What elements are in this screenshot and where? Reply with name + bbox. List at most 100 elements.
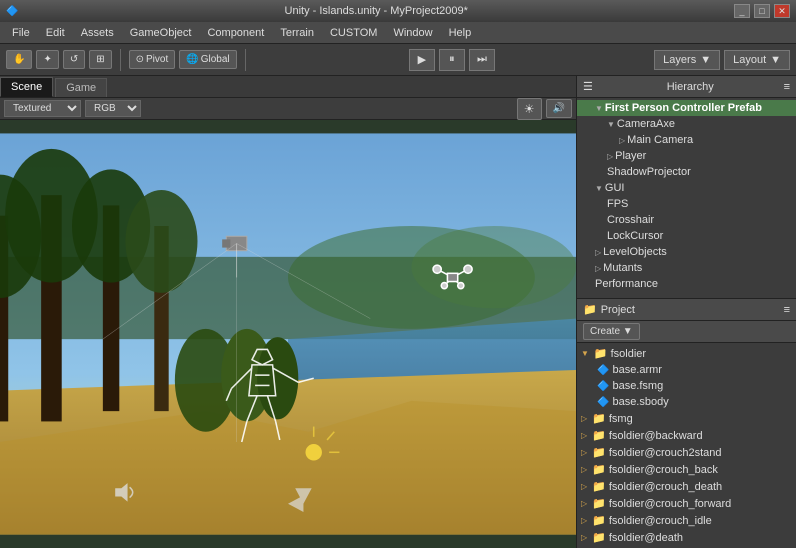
project-item-fsoldier-crouch2stand[interactable]: ▷ 📁 fsoldier@crouch2stand [577, 444, 796, 461]
folder-expand-icon4: ▷ [581, 448, 587, 457]
project-item-fsoldier-backward[interactable]: ▷ 📁 fsoldier@backward [577, 427, 796, 444]
folder-expand-icon3: ▷ [581, 431, 587, 440]
project-item-basearmr[interactable]: 🔷 base.armr [577, 362, 796, 378]
project-item-basesbody[interactable]: 🔷 base.sbody [577, 394, 796, 410]
project-item-fsoldier-crouch-back[interactable]: ▷ 📁 fsoldier@crouch_back [577, 461, 796, 478]
file-icon-2: 🔷 [597, 381, 609, 392]
tool-hand[interactable]: ✋ [6, 50, 32, 69]
folder-icon-crouchdeath: 📁 [592, 480, 606, 493]
minimize-button[interactable]: _ [734, 4, 750, 18]
toolbar: ✋ ✦ ↺ ⊞ ⊙ Pivot 🌐 Global ▶ ⏸ ⏭ Layers ▼ … [0, 44, 796, 76]
lighting-toggle[interactable]: ☀ [517, 98, 542, 120]
menu-gameobject[interactable]: GameObject [122, 25, 200, 41]
hierarchy-item-fps[interactable]: FPS [577, 196, 796, 212]
play-button[interactable]: ▶ [409, 49, 435, 71]
layers-dropdown[interactable]: Layers ▼ [654, 50, 720, 70]
separator-1 [120, 49, 121, 71]
hierarchy-icon: ☰ [583, 80, 593, 93]
project-title: Project [601, 304, 635, 316]
titlebar-controls: _ □ ✕ [734, 4, 790, 18]
close-button[interactable]: ✕ [774, 4, 790, 18]
maximize-button[interactable]: □ [754, 4, 770, 18]
separator-2 [245, 49, 246, 71]
file-icon-3: 🔷 [597, 397, 609, 408]
menu-custom[interactable]: CUSTOM [322, 25, 385, 41]
project-item-fsoldier-crouch-idle[interactable]: ▷ 📁 fsoldier@crouch_idle [577, 512, 796, 529]
step-button[interactable]: ⏭ [469, 49, 495, 71]
hierarchy-item-crosshair[interactable]: Crosshair [577, 212, 796, 228]
menu-help[interactable]: Help [441, 25, 480, 41]
hierarchy-item-levelobjects[interactable]: ▷ LevelObjects [577, 244, 796, 260]
expand-arrow6: ▷ [595, 248, 601, 257]
folder-expand-icon8: ▷ [581, 516, 587, 525]
folder-icon-crouchidle: 📁 [592, 514, 606, 527]
left-panel: Scene Game Textured Wireframe RGB Alpha … [0, 76, 576, 548]
project-item-fsoldier-death[interactable]: ▷ 📁 fsoldier@death [577, 529, 796, 546]
menu-file[interactable]: File [4, 25, 38, 41]
folder-expand-icon9: ▷ [581, 533, 587, 542]
hierarchy-item-fpcp[interactable]: ▼ First Person Controller Prefab [577, 100, 796, 116]
menu-assets[interactable]: Assets [73, 25, 122, 41]
hierarchy-item-mutants[interactable]: ▷ Mutants [577, 260, 796, 276]
folder-icon-fsmg: 📁 [592, 412, 606, 425]
folder-expand-icon7: ▷ [581, 499, 587, 508]
scene-toolbar: Textured Wireframe RGB Alpha ☀ 🔊 [0, 98, 576, 120]
project-panel: 📁 Project ≡ Create ▼ ▼ 📁 fsoldier 🔷 base… [577, 299, 796, 548]
pivot-button[interactable]: ⊙ Pivot [129, 50, 176, 69]
pause-button[interactable]: ⏸ [439, 49, 465, 71]
main-content: Scene Game Textured Wireframe RGB Alpha … [0, 76, 796, 548]
project-icon: 📁 [583, 303, 597, 316]
menu-edit[interactable]: Edit [38, 25, 73, 41]
folder-icon-crouchforward: 📁 [592, 497, 606, 510]
hierarchy-item-performance[interactable]: Performance [577, 276, 796, 292]
hierarchy-item-lockcursor[interactable]: LockCursor [577, 228, 796, 244]
hierarchy-menu-icon[interactable]: ≡ [784, 81, 790, 93]
hierarchy-item-maincamera[interactable]: ▷ Main Camera [577, 132, 796, 148]
expand-arrow7: ▷ [595, 264, 601, 273]
create-button[interactable]: Create ▼ [583, 323, 640, 340]
tab-game[interactable]: Game [55, 78, 107, 97]
audio-toggle[interactable]: 🔊 [546, 99, 572, 118]
project-item-fsoldier-crouch-death[interactable]: ▷ 📁 fsoldier@crouch_death [577, 478, 796, 495]
tool-scale[interactable]: ⊞ [89, 50, 111, 69]
viewport[interactable] [0, 120, 576, 548]
project-item-fsmg[interactable]: ▷ 📁 fsmg [577, 410, 796, 427]
folder-icon-death: 📁 [592, 531, 606, 544]
menubar: File Edit Assets GameObject Component Te… [0, 22, 796, 44]
folder-icon-fsoldier: 📁 [594, 347, 608, 360]
menu-terrain[interactable]: Terrain [272, 25, 322, 41]
file-icon-1: 🔷 [597, 365, 609, 376]
expand-arrow3: ▷ [619, 136, 625, 145]
titlebar-title: Unity - Islands.unity - MyProject2009* [285, 5, 468, 17]
folder-icon-crouchback: 📁 [592, 463, 606, 476]
project-item-fsoldier-crouch-forward[interactable]: ▷ 📁 fsoldier@crouch_forward [577, 495, 796, 512]
tool-move[interactable]: ✦ [36, 50, 58, 69]
chevron-down-icon2: ▼ [770, 54, 781, 66]
channel-select[interactable]: RGB Alpha [85, 100, 141, 117]
project-item-basefsmg[interactable]: 🔷 base.fsmg [577, 378, 796, 394]
hierarchy-tree: ▼ First Person Controller Prefab ▼ Camer… [577, 98, 796, 298]
menu-component[interactable]: Component [199, 25, 272, 41]
hierarchy-item-player[interactable]: ▷ Player [577, 148, 796, 164]
global-button[interactable]: 🌐 Global [179, 50, 236, 69]
tab-scene[interactable]: Scene [0, 77, 53, 97]
project-item-fsoldier[interactable]: ▼ 📁 fsoldier [577, 345, 796, 362]
folder-expand-icon5: ▷ [581, 465, 587, 474]
menu-window[interactable]: Window [385, 25, 440, 41]
expand-arrow4: ▷ [607, 152, 613, 161]
layout-dropdown[interactable]: Layout ▼ [724, 50, 790, 70]
view-tabbar: Scene Game [0, 76, 576, 98]
hierarchy-item-gui[interactable]: ▼ GUI [577, 180, 796, 196]
project-menu-icon[interactable]: ≡ [784, 304, 790, 316]
folder-icon-crouch2stand: 📁 [592, 446, 606, 459]
hierarchy-item-shadowprojector[interactable]: ShadowProjector [577, 164, 796, 180]
global-icon: 🌐 [186, 54, 198, 65]
pivot-icon: ⊙ [136, 54, 144, 65]
shading-select[interactable]: Textured Wireframe [4, 100, 81, 117]
hierarchy-title: Hierarchy [667, 81, 714, 93]
expand-arrow2: ▼ [607, 120, 615, 129]
hierarchy-item-cameraaxe[interactable]: ▼ CameraAxe [577, 116, 796, 132]
folder-expand-icon6: ▷ [581, 482, 587, 491]
project-toolbar: Create ▼ [577, 321, 796, 343]
tool-rotate[interactable]: ↺ [63, 50, 85, 69]
